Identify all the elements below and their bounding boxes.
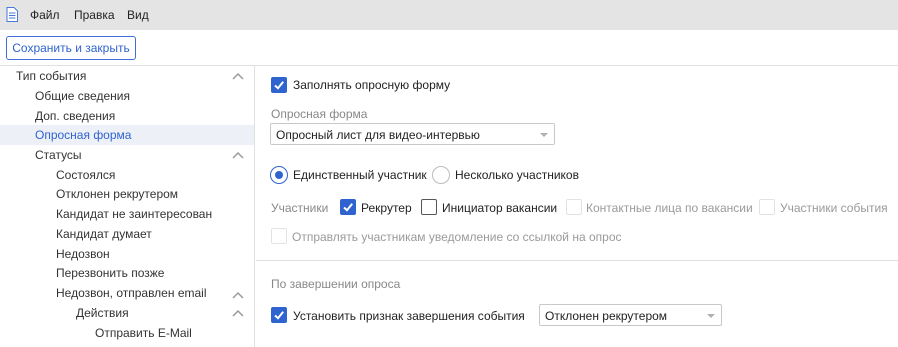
tree-item-status-no-answer[interactable]: Недозвон	[0, 244, 254, 264]
tree-item-label: Отклонен рекрутером	[56, 187, 179, 201]
menu-file[interactable]: Файл	[30, 8, 60, 22]
completion-status-value: Отклонен рекрутером	[545, 309, 668, 323]
tree-item-label: Действия	[76, 306, 129, 320]
event-participants-checkbox[interactable]	[759, 199, 775, 215]
recruiter-checkbox[interactable]	[340, 199, 356, 215]
fill-survey-label: Заполнять опросную форму	[293, 78, 451, 92]
completion-section-header: По завершении опроса	[271, 277, 401, 291]
tree-item-status-call-back-later[interactable]: Перезвонить позже	[0, 263, 254, 283]
tree-item-survey-form[interactable]: Опросная форма	[0, 125, 254, 145]
menu-edit[interactable]: Правка	[74, 8, 115, 22]
notify-participants-label: Отправлять участникам уведомление со ссы…	[292, 230, 622, 244]
tree-item-label: Недозвон	[56, 247, 110, 261]
tree-item-status-took-place[interactable]: Состоялся	[0, 165, 254, 185]
checkmark-icon	[343, 203, 353, 212]
save-and-close-button[interactable]: Сохранить и закрыть	[6, 36, 136, 60]
chevron-down-icon	[707, 314, 715, 318]
tree-item-label: Недозвон, отправлен email	[56, 286, 207, 300]
checkmark-icon	[274, 81, 284, 90]
menu-view[interactable]: Вид	[127, 8, 149, 22]
tree-item-label: Перезвонить позже	[56, 266, 165, 280]
menu-bar: Файл Правка Вид	[0, 0, 898, 30]
vacancy-contacts-checkbox[interactable]	[566, 199, 582, 215]
section-divider	[256, 260, 898, 261]
tree-item-label: Кандидат не заинтересован	[56, 207, 213, 221]
navigation-tree: Тип события Общие сведения Доп. сведения…	[0, 66, 255, 347]
notify-participants-checkbox[interactable]	[271, 228, 287, 244]
fill-survey-checkbox[interactable]	[271, 77, 287, 93]
chevron-up-icon[interactable]	[232, 308, 244, 318]
tree-item-label: Кандидат думает	[56, 227, 152, 241]
tree-item-label: Общие сведения	[35, 89, 130, 103]
vacancy-initiator-checkbox[interactable]	[421, 199, 437, 215]
tree-item-general-info[interactable]: Общие сведения	[0, 86, 254, 106]
tree-item-event-type[interactable]: Тип события	[0, 66, 254, 86]
set-completion-flag-label: Установить признак завершения события	[293, 309, 525, 323]
single-participant-label: Единственный участник	[293, 168, 427, 182]
multiple-participants-radio[interactable]	[432, 166, 450, 184]
tree-item-send-email[interactable]: Отправить E-Mail	[0, 323, 254, 343]
tree-item-label: Тип события	[16, 69, 87, 83]
tree-item-statuses[interactable]: Статусы	[0, 145, 254, 165]
tree-item-label: Состоялся	[56, 168, 116, 182]
single-participant-radio[interactable]	[270, 166, 288, 184]
tree-item-label: Отправить E-Mail	[95, 326, 192, 340]
tree-item-extra-info[interactable]: Доп. сведения	[0, 106, 254, 126]
tree-item-status-no-answer-email-sent[interactable]: Недозвон, отправлен email	[0, 283, 254, 303]
survey-form-value: Опросный лист для видео-интервью	[276, 128, 480, 142]
event-participants-label: Участники события	[780, 201, 888, 215]
survey-form-label: Опросная форма	[271, 107, 368, 121]
tree-item-status-thinking[interactable]: Кандидат думает	[0, 224, 254, 244]
chevron-down-icon	[540, 133, 548, 137]
participants-label: Участники	[271, 201, 329, 215]
set-completion-flag-checkbox[interactable]	[271, 307, 287, 323]
vacancy-contacts-label: Контактные лица по вакансии	[586, 201, 753, 215]
tree-item-label: Статусы	[35, 148, 82, 162]
checkmark-icon	[274, 311, 284, 320]
tree-item-actions[interactable]: Действия	[0, 303, 254, 323]
toolbar: Сохранить и закрыть	[0, 30, 898, 66]
tree-item-label: Опросная форма	[35, 128, 132, 142]
recruiter-label: Рекрутер	[361, 201, 412, 215]
tree-item-label: Доп. сведения	[35, 109, 116, 123]
chevron-up-icon[interactable]	[232, 71, 244, 81]
survey-form-select[interactable]: Опросный лист для видео-интервью	[270, 123, 555, 145]
tree-item-status-not-interested[interactable]: Кандидат не заинтересован	[0, 204, 254, 224]
chevron-up-icon[interactable]	[232, 150, 244, 160]
chevron-up-icon[interactable]	[232, 290, 244, 300]
vacancy-initiator-label: Инициатор вакансии	[442, 201, 558, 215]
survey-settings-panel: Заполнять опросную форму Опросная форма …	[256, 66, 898, 347]
multiple-participants-label: Несколько участников	[455, 168, 579, 182]
document-icon	[6, 7, 18, 22]
completion-status-select[interactable]: Отклонен рекрутером	[539, 304, 722, 326]
tree-item-status-rejected-by-recruiter[interactable]: Отклонен рекрутером	[0, 184, 254, 204]
